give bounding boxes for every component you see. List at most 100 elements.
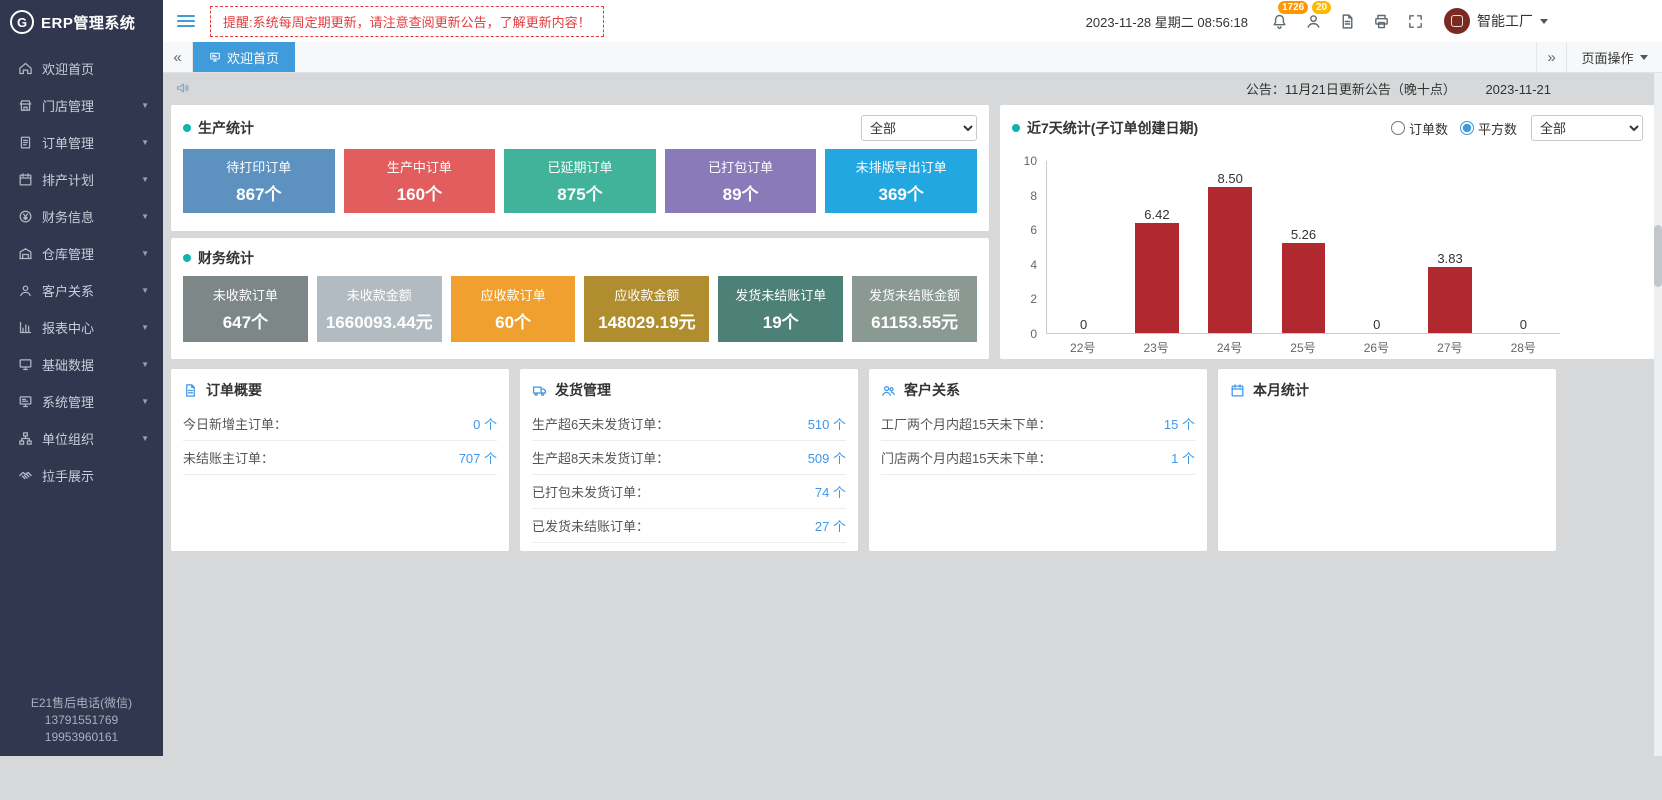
summary-row: 已打包未发货订单： 74 个	[532, 475, 846, 509]
summary-row: 工厂两个月内超15天未下单：15 个	[881, 407, 1195, 441]
stat-card-value: 61153.55元	[871, 308, 958, 333]
vertical-scrollbar[interactable]	[1654, 73, 1662, 756]
user-button[interactable]: 20	[1296, 0, 1330, 42]
production-card-1[interactable]: 生产中订单160个	[344, 149, 496, 213]
announcement-link[interactable]: 公告：11月21日更新公告（晚十点）	[1246, 82, 1456, 97]
system-icon	[18, 394, 33, 409]
y-axis-tick-label: 6	[1030, 223, 1037, 237]
finance-card-2[interactable]: 应收款订单60个	[451, 276, 576, 342]
finance-card-3[interactable]: 应收款金额148029.19元	[584, 276, 709, 342]
production-card-2[interactable]: 已延期订单875个	[504, 149, 656, 213]
stat-card-label: 未收款订单	[213, 285, 278, 304]
sidebar-item-label: 仓库管理	[42, 244, 94, 263]
summary-row-value[interactable]: 74 个	[815, 482, 846, 501]
summary-row-value[interactable]: 510 个	[808, 414, 846, 433]
notification-badge: 20	[1312, 1, 1331, 14]
sidebar-item-11[interactable]: 拉手展示	[0, 457, 163, 494]
chart-bar	[1282, 243, 1326, 333]
account-menu[interactable]: 智能工厂	[1444, 8, 1548, 34]
production-filter-select[interactable]: 全部	[861, 115, 977, 141]
tab-bar: « 欢迎首页 » 页面操作	[163, 42, 1662, 73]
finance-icon	[18, 209, 33, 224]
sidebar-footer-line: 13791551769	[0, 712, 163, 729]
scrollbar-thumb[interactable]	[1654, 225, 1662, 287]
y-axis-tick-label: 10	[1024, 154, 1037, 168]
announcement-bar: 公告：11月21日更新公告（晚十点） 2023-11-21	[171, 73, 1655, 103]
stat-card-label: 待打印订单	[226, 157, 291, 176]
tabs-scroll-right-button[interactable]: »	[1536, 42, 1566, 72]
summary-row-value[interactable]: 707 个	[459, 448, 497, 467]
announcement: 公告：11月21日更新公告（晚十点） 2023-11-21	[1246, 79, 1551, 98]
tabs-scroll-left-button[interactable]: «	[163, 42, 193, 72]
sidebar-item-9[interactable]: 系统管理▼	[0, 383, 163, 420]
order-icon	[18, 135, 33, 150]
chevron-down-icon: ▼	[141, 175, 149, 184]
print-button[interactable]	[1364, 0, 1398, 42]
summary-row-value[interactable]: 1 个	[1171, 448, 1195, 467]
summary-row-label: 生产超6天未发货订单：	[532, 414, 669, 433]
chart-panel-header: 近7天统计(子订单创建日期) 订单数平方数 全部	[1000, 105, 1655, 147]
chevron-down-icon: ▼	[141, 323, 149, 332]
sidebar-item-6[interactable]: 客户关系▼	[0, 272, 163, 309]
sidebar-item-label: 报表中心	[42, 318, 94, 337]
finance-card-5[interactable]: 发货未结账金额61153.55元	[852, 276, 977, 342]
finance-card-4[interactable]: 发货未结账订单19个	[718, 276, 843, 342]
x-axis-tick-label: 22号	[1046, 339, 1119, 356]
summary-panel-body: 今日新增主订单：0 个未结账主订单：707 个	[171, 407, 509, 475]
stat-card-label: 未收款金额	[347, 285, 412, 304]
summary-panel-title: 本月统计	[1253, 380, 1309, 400]
summary-row-value[interactable]: 15 个	[1164, 414, 1195, 433]
sidebar-item-label: 门店管理	[42, 96, 94, 115]
page-actions-dropdown[interactable]: 页面操作	[1566, 42, 1662, 72]
stat-card-value: 1660093.44元	[326, 308, 433, 333]
bell-button[interactable]: 1726	[1262, 0, 1296, 42]
sidebar-item-8[interactable]: 基础数据▼	[0, 346, 163, 383]
fullscreen-button[interactable]	[1398, 0, 1432, 42]
stat-card-label: 发货未结账订单	[735, 285, 826, 304]
file-button[interactable]	[1330, 0, 1364, 42]
bar-value-label: 6.42	[1144, 207, 1169, 222]
production-card-3[interactable]: 已打包订单89个	[665, 149, 817, 213]
production-card-4[interactable]: 未排版导出订单369个	[825, 149, 977, 213]
chart-bar	[1135, 223, 1179, 333]
chart-mode-radio[interactable]	[1460, 121, 1474, 135]
stat-card-value: 160个	[397, 180, 442, 205]
sidebar-item-5[interactable]: 仓库管理 ▼	[0, 235, 163, 272]
sidebar-item-4[interactable]: 财务信息▼	[0, 198, 163, 235]
app-title: ERP管理系统	[41, 12, 135, 33]
x-axis: 22号23号24号25号26号27号28号	[1046, 334, 1560, 356]
speaker-icon	[175, 80, 191, 96]
chevron-down-icon: ▼	[141, 397, 149, 406]
summary-row-label: 未结账主订单：	[183, 448, 274, 467]
chart-mode-option-1[interactable]: 平方数	[1460, 119, 1517, 138]
sidebar-item-10[interactable]: 单位组织▼	[0, 420, 163, 457]
sidebar-item-2[interactable]: 订单管理▼	[0, 124, 163, 161]
chevron-down-icon: ▼	[141, 101, 149, 110]
summary-panel-header: 客户关系	[869, 369, 1207, 407]
sidebar-item-0[interactable]: 欢迎首页	[0, 50, 163, 87]
finance-card-0[interactable]: 未收款订单 647个	[183, 276, 308, 342]
stat-card-value: 647个	[223, 308, 268, 333]
chart-filter-select[interactable]: 全部	[1531, 115, 1643, 141]
summary-row-label: 已打包未发货订单：	[532, 482, 649, 501]
chart-mode-radio[interactable]	[1391, 121, 1405, 135]
chevron-down-icon: ▼	[141, 360, 149, 369]
plot-area: 06.428.505.2603.830	[1046, 161, 1560, 334]
summary-row-value[interactable]: 509 个	[808, 448, 846, 467]
sidebar-item-1[interactable]: 门店管理 ▼	[0, 87, 163, 124]
production-card-0[interactable]: 待打印订单867个	[183, 149, 335, 213]
store-icon	[18, 98, 33, 113]
sidebar-item-label: 排产计划	[42, 170, 94, 189]
chevron-down-icon: ▼	[141, 249, 149, 258]
finance-card-1[interactable]: 未收款金额 1660093.44元	[317, 276, 442, 342]
sidebar-item-7[interactable]: 报表中心 ▼	[0, 309, 163, 346]
x-axis-tick-label: 24号	[1193, 339, 1266, 356]
tab-home[interactable]: 欢迎首页	[193, 42, 295, 72]
chart-mode-option-0[interactable]: 订单数	[1391, 119, 1448, 138]
summary-row-value[interactable]: 0 个	[473, 414, 497, 433]
sidebar-item-3[interactable]: 排产计划 ▼	[0, 161, 163, 198]
announcement-date: 2023-11-21	[1485, 82, 1551, 97]
summary-row-value[interactable]: 27 个	[815, 516, 846, 535]
main-area: 提醒:系统每周定期更新，请注意查阅更新公告，了解更新内容！ 2023-11-28…	[163, 0, 1662, 756]
sidebar-toggle-icon[interactable]	[177, 15, 197, 27]
